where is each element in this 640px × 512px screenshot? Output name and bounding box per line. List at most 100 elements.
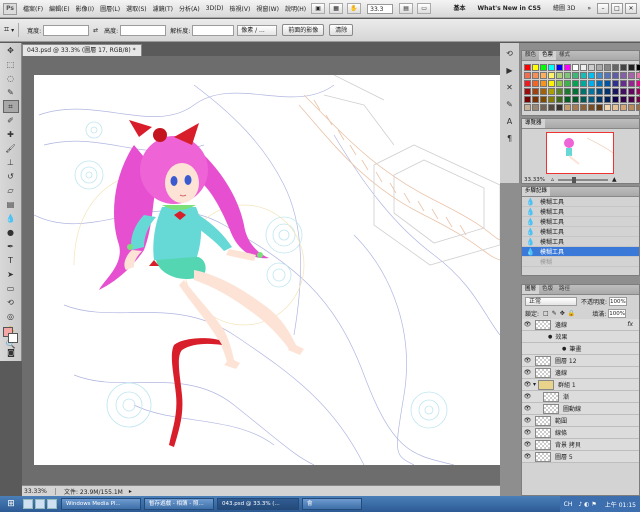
layer-fx-icon[interactable]: fx [627,321,633,328]
marquee-tool-icon[interactable]: ⬚ [3,58,19,71]
tab-channels[interactable]: 色版 [539,285,556,294]
navigator-thumbnail[interactable] [546,132,614,174]
swatch-r2-c6[interactable] [572,80,579,87]
swatch-r5-c11[interactable] [612,104,619,111]
layer-row[interactable]: 👁 圖動線 [522,403,639,415]
quicklaunch-media-icon[interactable] [47,499,57,509]
paragraph-panel-icon[interactable]: ¶ [503,132,517,145]
swatch-r2-c8[interactable] [588,80,595,87]
brush-tool-icon[interactable]: 🖌 [3,142,19,155]
crop-tool-icon[interactable]: ⌗ [2,100,19,113]
visibility-eye-icon[interactable]: 👁 [522,393,533,400]
quick-mask-icon[interactable]: ◙ [3,346,19,359]
swatch-r4-c6[interactable] [572,96,579,103]
status-zoom[interactable]: 33.33% [22,487,56,495]
bridge-icon[interactable]: ▣ [311,3,326,14]
dodge-tool-icon[interactable]: ● [3,226,19,239]
blend-mode-select[interactable]: 正常 [525,296,577,306]
swatch-r0-c2[interactable] [540,64,547,71]
menu-help[interactable]: 說明(H) [282,4,309,13]
status-arrow-icon[interactable]: ▸ [129,488,132,495]
background-color-swatch[interactable] [8,333,18,343]
fill-field[interactable]: 100% [608,308,627,318]
crop-tool-icon[interactable]: ⌗ [4,25,9,35]
swatch-r1-c6[interactable] [572,72,579,79]
swatch-r4-c12[interactable] [620,96,627,103]
zoom-slider[interactable] [558,176,608,183]
swatch-r1-c9[interactable] [596,72,603,79]
swatch-r3-c10[interactable] [604,88,611,95]
swatch-r2-c4[interactable] [556,80,563,87]
swatch-r5-c8[interactable] [588,104,595,111]
swatch-r3-c5[interactable] [564,88,571,95]
visibility-eye-icon[interactable]: 👁 [522,453,533,460]
swatch-r0-c7[interactable] [580,64,587,71]
minimize-button[interactable]: – [597,3,609,14]
swatch-r4-c1[interactable] [532,96,539,103]
swatch-r0-c3[interactable] [548,64,555,71]
character-panel-icon[interactable]: A [503,115,517,128]
tab-swatches[interactable]: 色票 [539,51,557,60]
swatch-r2-c10[interactable] [604,80,611,87]
quick-select-tool-icon[interactable]: ✎ [3,86,19,99]
swatch-r0-c9[interactable] [596,64,603,71]
clone-stamp-tool-icon[interactable]: ⊥ [3,156,19,169]
swatch-r2-c7[interactable] [580,80,587,87]
zoom-slider-handle[interactable] [572,176,576,183]
swatch-r5-c3[interactable] [548,104,555,111]
swatch-r0-c0[interactable] [524,64,531,71]
swatch-r1-c12[interactable] [620,72,627,79]
height-field[interactable] [120,24,167,36]
tray-clock[interactable]: 上午 01:15 [605,500,636,509]
swatch-r3-c14[interactable] [636,88,640,95]
swatch-r0-c10[interactable] [604,64,611,71]
swatch-r1-c7[interactable] [580,72,587,79]
close-button[interactable]: ✕ [625,3,637,14]
layer-row[interactable]: 👁 範圍 [522,415,639,427]
front-image-button[interactable]: 前面的影像 [282,24,325,36]
swatch-r5-c1[interactable] [532,104,539,111]
move-tool-icon[interactable]: ✥ [3,44,19,57]
layer-row[interactable]: 👁 ▾ 群組 1 [522,379,639,391]
menu-file[interactable]: 檔案(F) [20,4,46,13]
zoom-in-icon[interactable]: ▲ [612,176,617,183]
swatch-grid[interactable] [524,64,640,111]
swatch-r4-c10[interactable] [604,96,611,103]
swatch-r3-c8[interactable] [588,88,595,95]
maximize-button[interactable]: □ [611,3,623,14]
workspace-whats-new[interactable]: What's New in CS5 [474,3,545,15]
gradient-tool-icon[interactable]: ▤ [3,198,19,211]
menu-view[interactable]: 檢視(V) [227,4,254,13]
arrange-docs-icon[interactable]: ▤ [399,3,414,14]
swatch-r1-c8[interactable] [588,72,595,79]
visibility-eye-icon[interactable]: 👁 [522,417,533,424]
history-item[interactable]: 💧 模糊工具 [522,207,639,217]
swap-icon[interactable]: ⇄ [93,27,98,34]
swatch-r5-c7[interactable] [580,104,587,111]
menu-image[interactable]: 影像(I) [73,4,97,13]
swatch-r0-c8[interactable] [588,64,595,71]
swatch-r4-c11[interactable] [612,96,619,103]
tray-language[interactable]: CH [564,501,573,508]
lock-icons[interactable]: □✎✥🔒 [543,310,578,317]
zoom-level-field[interactable]: 33.3 [367,3,394,14]
swatch-r5-c10[interactable] [604,104,611,111]
blur-tool-icon[interactable]: 💧 [3,212,19,225]
history-item[interactable]: 💧 模糊工具 [522,197,639,207]
3d-orbit-tool-icon[interactable]: ◎ [3,310,19,323]
swatch-r4-c7[interactable] [580,96,587,103]
quicklaunch-explorer-icon[interactable] [35,499,45,509]
swatch-r4-c3[interactable] [548,96,555,103]
swatch-r5-c5[interactable] [564,104,571,111]
shape-tool-icon[interactable]: ▭ [3,282,19,295]
swatch-r0-c14[interactable] [636,64,640,71]
group-expand-icon[interactable]: ▾ [533,381,536,388]
navigator-zoom[interactable]: 33.33% [524,177,545,183]
artwork-canvas[interactable] [33,74,500,466]
tool-preset-dropdown-icon[interactable]: ▾ [11,27,14,34]
screen-mode-icon[interactable]: ▭ [417,3,432,14]
swatch-r0-c6[interactable] [572,64,579,71]
swatch-r4-c9[interactable] [596,96,603,103]
actions-panel-icon[interactable]: ▶ [503,64,517,77]
swatch-r1-c1[interactable] [532,72,539,79]
